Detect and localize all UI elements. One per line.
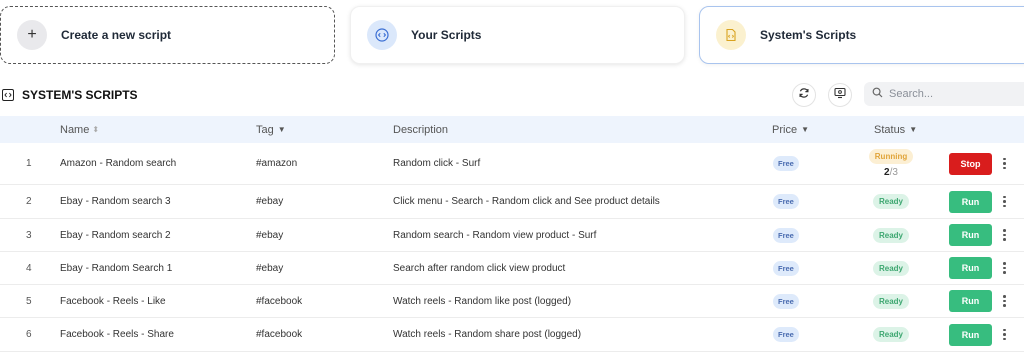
status-badge: Ready [872,227,909,243]
your-scripts-card[interactable]: Your Scripts [350,6,685,64]
row-index: 6 [26,329,32,340]
script-description: Watch reels - Random like post (logged) [393,295,572,307]
table-row: 6 Facebook - Reels - Share #facebook Wat… [0,318,1024,352]
create-script-label: Create a new script [61,28,172,42]
monitor-icon [834,86,846,104]
search-input[interactable] [889,88,1019,100]
script-tag: #ebay [256,229,284,241]
more-vertical-icon[interactable] [1003,195,1006,208]
column-header-tag[interactable]: Tag ▼ [256,116,286,143]
script-name: Ebay - Random search 3 [60,196,171,207]
refresh-icon [798,86,810,104]
code-icon [367,20,397,50]
more-vertical-icon[interactable] [1003,157,1006,170]
monitor-button[interactable] [828,83,852,107]
price-badge: Free [773,227,799,243]
search-box[interactable] [864,82,1024,106]
stop-button[interactable]: Stop [949,152,992,175]
systems-scripts-label: System's Scripts [760,28,857,42]
price-badge: Free [773,327,799,342]
run-button[interactable]: Run [949,257,992,279]
column-header-description: Description [393,123,449,136]
row-index: 5 [26,295,32,307]
price-badge: Free [773,293,799,309]
script-description: Search after random click view product [393,262,566,274]
sort-icon: ⬍ [92,125,100,134]
price-badge: Free [773,194,799,209]
row-index: 4 [26,262,32,274]
price-badge: Free [773,156,799,171]
caret-down-icon: ▼ [801,125,809,134]
systems-scripts-card[interactable]: System's Scripts [699,6,1024,64]
refresh-button[interactable] [792,83,816,107]
script-tag: #ebay [256,262,284,274]
row-index: 3 [26,229,32,241]
status-badge: Ready [872,327,909,342]
run-button[interactable]: Run [949,190,992,213]
script-name: Ebay - Random search 2 [60,229,171,241]
more-vertical-icon[interactable] [1003,328,1006,341]
caret-down-icon: ▼ [277,125,286,134]
your-scripts-label: Your Scripts [411,28,482,42]
run-button[interactable]: Run [949,290,992,312]
script-name: Amazon - Random search [60,158,177,169]
column-header-status[interactable]: Status ▼ [874,116,917,143]
script-name: Facebook - Reels - Share [60,329,174,340]
row-index: 2 [26,196,32,207]
price-badge: Free [773,260,799,276]
status-badge: Running [868,149,914,164]
progress-count: 2/3 [884,167,898,178]
search-icon [872,85,883,103]
more-vertical-icon[interactable] [1003,262,1006,274]
more-vertical-icon[interactable] [1003,229,1006,241]
script-description: Watch reels - Random share post (logged) [393,329,582,340]
script-description: Click menu - Search - Random click and S… [393,196,660,207]
script-name: Ebay - Random Search 1 [60,262,173,274]
table-row: 5 Facebook - Reels - Like #facebook Watc… [0,285,1024,318]
status-badge: Ready [872,293,909,309]
table-header: Name ⬍ Tag ▼ Description Price ▼ Status ▼ [0,116,1024,143]
column-header-name[interactable]: Name ⬍ [60,116,99,143]
script-description: Random search - Random view product - Su… [393,229,597,241]
status-badge: Ready [872,194,909,209]
table-row: 2 Ebay - Random search 3 #ebay Click men… [0,185,1024,219]
page-title-text: SYSTEM'S SCRIPTS [22,88,138,102]
script-tag: #amazon [256,158,298,169]
table-row: 4 Ebay - Random Search 1 #ebay Search af… [0,252,1024,285]
script-name: Facebook - Reels - Like [60,295,166,307]
column-header-price[interactable]: Price ▼ [772,116,809,143]
script-tag: #facebook [256,329,303,340]
row-index: 1 [26,158,32,169]
script-tag: #facebook [256,295,303,307]
run-button[interactable]: Run [949,224,992,246]
create-script-card[interactable]: + Create a new script [0,6,335,64]
run-button[interactable]: Run [949,323,992,346]
plus-icon: + [17,20,47,50]
caret-down-icon: ▼ [909,125,918,134]
code-box-icon [2,89,14,101]
script-tag: #ebay [256,196,284,207]
table-row: 1 Amazon - Random search #amazon Random … [0,143,1024,185]
page-title: SYSTEM'S SCRIPTS [2,88,138,102]
more-vertical-icon[interactable] [1003,295,1006,307]
table-row: 3 Ebay - Random search 2 #ebay Random se… [0,219,1024,252]
status-badge: Ready [872,260,909,276]
script-description: Random click - Surf [393,158,481,169]
document-code-icon [716,20,746,50]
